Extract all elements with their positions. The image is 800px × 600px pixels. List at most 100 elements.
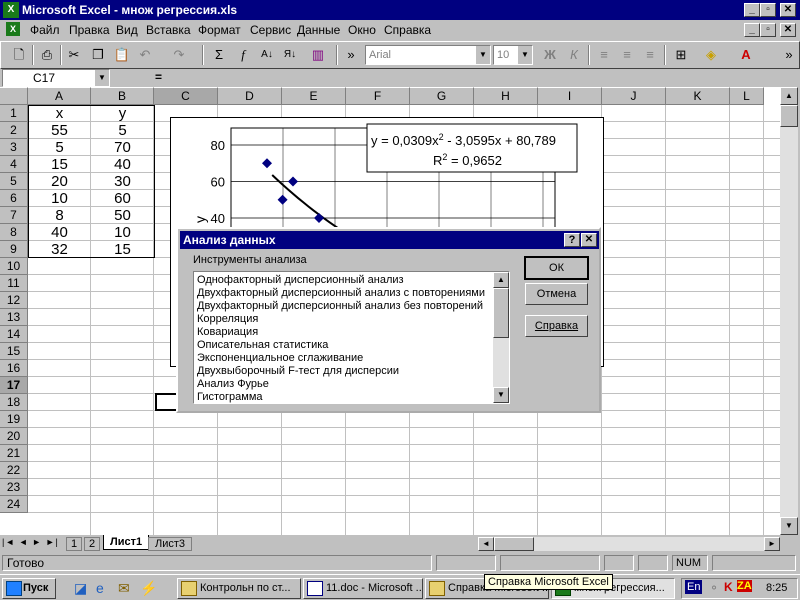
sort-ascending-icon[interactable]: A↓ (256, 45, 278, 65)
row-header-18[interactable]: 18 (0, 394, 28, 411)
row-header-9[interactable]: 9 (0, 241, 28, 258)
row-header-23[interactable]: 23 (0, 479, 28, 496)
row-header-17[interactable]: 17 (0, 377, 28, 394)
row-header-19[interactable]: 19 (0, 411, 28, 428)
menu-data[interactable]: Данные (297, 23, 340, 37)
tools-list-item[interactable]: Описательная статистика (197, 339, 328, 351)
redo-icon[interactable]: ↷ (168, 45, 190, 65)
help-button[interactable]: Справка (525, 315, 588, 337)
col-header-f[interactable]: F (346, 87, 410, 105)
align-left-icon[interactable]: ≡ (593, 45, 615, 65)
row-header-24[interactable]: 24 (0, 496, 28, 513)
hscroll-thumb[interactable] (494, 537, 534, 551)
tools-list-item[interactable]: Двухвыборочный F-тест для дисперсии (197, 365, 399, 377)
fill-color-icon[interactable]: ◈ (700, 45, 722, 65)
tools-list-item[interactable]: Ковариация (197, 326, 258, 338)
tools-list-item[interactable]: Двухфакторный дисперсионный анализ с пов… (197, 287, 485, 299)
col-header-b[interactable]: B (91, 87, 154, 105)
doc-close-button[interactable]: ✕ (780, 23, 796, 37)
outlook-icon[interactable]: ✉ (118, 580, 130, 597)
maximize-button[interactable]: ▫ (760, 3, 776, 17)
task-folder[interactable]: Контрольн по ст... (177, 578, 301, 599)
vscroll-thumb[interactable] (780, 105, 798, 127)
tools-list-item[interactable]: Двухфакторный дисперсионный анализ без п… (197, 300, 483, 312)
hscroll-left-icon[interactable]: ◄ (478, 537, 494, 551)
table-cell[interactable]: 8 (28, 207, 91, 224)
col-header-d[interactable]: D (218, 87, 282, 105)
table-cell[interactable]: 50 (91, 207, 154, 224)
more-buttons-icon-2[interactable]: » (778, 45, 800, 65)
vscroll-down-icon[interactable]: ▼ (780, 517, 798, 535)
table-cell[interactable]: 55 (28, 122, 91, 139)
row-header-22[interactable]: 22 (0, 462, 28, 479)
ok-button[interactable]: ОК (524, 256, 589, 280)
borders-icon[interactable]: ⊞ (670, 45, 692, 65)
menu-insert[interactable]: Вставка (146, 23, 191, 37)
menu-tools[interactable]: Сервис (250, 23, 291, 37)
doc-restore-button[interactable]: ▫ (760, 23, 776, 37)
scroll-down-arrow-icon[interactable]: ▼ (493, 387, 509, 403)
workbook-icon[interactable]: X (6, 22, 20, 36)
minimize-button[interactable]: _ (744, 3, 760, 17)
row-header-7[interactable]: 7 (0, 207, 28, 224)
table-cell[interactable]: 40 (28, 224, 91, 241)
listbox-scrollbar[interactable]: ▲ ▼ (493, 272, 509, 403)
print-icon[interactable]: ⎙ (36, 45, 58, 65)
row-header-12[interactable]: 12 (0, 292, 28, 309)
row-header-2[interactable]: 2 (0, 122, 28, 139)
col-header-l[interactable]: L (730, 87, 764, 105)
align-right-icon[interactable]: ≡ (639, 45, 661, 65)
row-header-10[interactable]: 10 (0, 258, 28, 275)
row-header-4[interactable]: 4 (0, 156, 28, 173)
col-header-i[interactable]: I (538, 87, 602, 105)
name-box[interactable]: C17 ▼ (2, 69, 110, 87)
chart-wizard-icon[interactable]: ▥ (307, 45, 329, 65)
close-button[interactable]: ✕ (780, 3, 796, 17)
tools-list-item[interactable]: Экспоненциальное сглаживание (197, 352, 363, 364)
sort-descending-icon[interactable]: Я↓ (279, 45, 301, 65)
table-cell[interactable]: 5 (91, 122, 154, 139)
table-cell[interactable]: 5 (28, 139, 91, 156)
table-cell[interactable]: 10 (28, 190, 91, 207)
function-icon[interactable]: f (232, 45, 254, 65)
col-header-e[interactable]: E (282, 87, 346, 105)
row-header-20[interactable]: 20 (0, 428, 28, 445)
col-header-k[interactable]: K (666, 87, 730, 105)
tools-listbox[interactable]: Однофакторный дисперсионный анализ Двухфа… (193, 271, 510, 404)
tray-icon[interactable]: ⚬ (709, 581, 719, 595)
tab-nav-icons[interactable]: |◄ ◄ ► ►| (2, 537, 59, 547)
row-header-13[interactable]: 13 (0, 309, 28, 326)
col-header-h[interactable]: H (474, 87, 538, 105)
tab-sheet-list3[interactable]: Лист3 (148, 537, 193, 551)
table-cell[interactable]: 30 (91, 173, 154, 190)
menu-view[interactable]: Вид (116, 23, 138, 37)
tab-sheet-list1[interactable]: Лист1 (103, 535, 150, 550)
autosum-icon[interactable]: Σ (208, 45, 230, 65)
scroll-up-arrow-icon[interactable]: ▲ (493, 272, 509, 288)
row-header-15[interactable]: 15 (0, 343, 28, 360)
formula-equals[interactable]: = (155, 70, 162, 84)
dialog-close-button[interactable]: ✕ (581, 233, 597, 247)
table-cell[interactable]: 60 (91, 190, 154, 207)
tools-list-item[interactable]: Корреляция (197, 313, 258, 325)
table-cell[interactable]: 40 (91, 156, 154, 173)
col-header-a[interactable]: A (28, 87, 91, 105)
col-header-c[interactable]: C (154, 87, 218, 105)
horizontal-scrollbar[interactable]: ◄ ► (478, 537, 780, 551)
scroll-thumb[interactable] (493, 288, 509, 338)
copy-icon[interactable]: ❐ (87, 45, 109, 65)
bold-icon[interactable]: Ж (539, 45, 561, 65)
table-cell[interactable]: 15 (28, 156, 91, 173)
doc-minimize-button[interactable]: _ (744, 23, 760, 37)
align-center-icon[interactable]: ≡ (616, 45, 638, 65)
tab-sheet-1[interactable]: 1 (66, 537, 83, 551)
dialog-help-button[interactable]: ? (564, 233, 580, 247)
table-cell[interactable]: 32 (28, 241, 91, 258)
table-cell[interactable]: 10 (91, 224, 154, 241)
row-header-6[interactable]: 6 (0, 190, 28, 207)
font-size-select[interactable]: 10 ▼ (493, 45, 533, 65)
row-header-5[interactable]: 5 (0, 173, 28, 190)
table-cell[interactable]: y (91, 105, 154, 122)
col-header-g[interactable]: G (410, 87, 474, 105)
row-header-21[interactable]: 21 (0, 445, 28, 462)
